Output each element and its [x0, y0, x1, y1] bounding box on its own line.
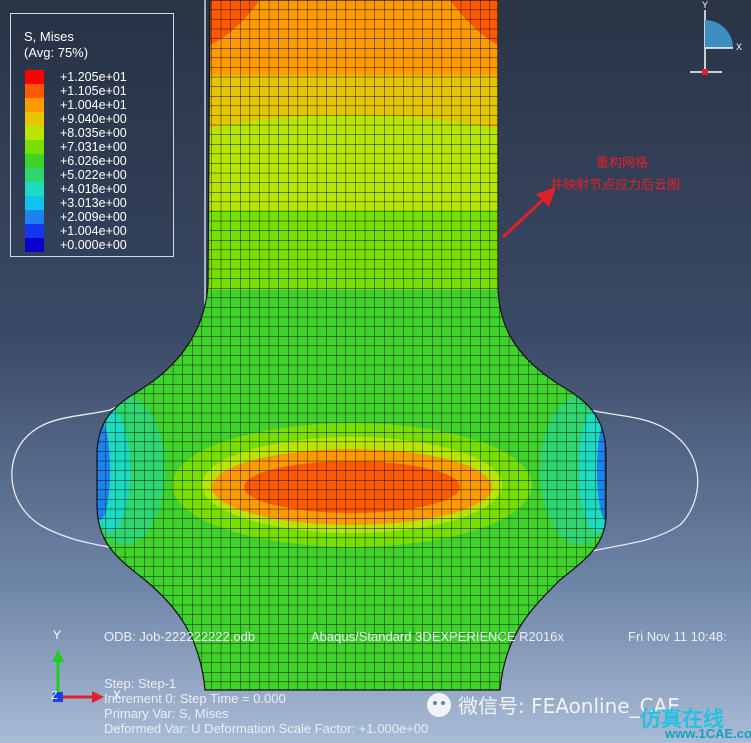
legend-value: +2.009e+00: [60, 210, 127, 224]
annotation-line-2: 并映射节点应力后云图: [550, 178, 681, 193]
legend-swatch: [25, 112, 44, 126]
increment-info: Increment 0: Step Time = 0.000: [104, 691, 286, 706]
legend-swatch: [25, 182, 44, 196]
step-info: Step: Step-1: [104, 676, 177, 691]
legend-swatch: [25, 168, 44, 182]
legend-value: +1.004e+01: [60, 98, 127, 112]
legend-value: +1.205e+01: [60, 70, 127, 84]
triad-y-label: Y: [53, 628, 62, 642]
solver-version: Abaqus/Standard 3DEXPERIENCE R2016x: [311, 629, 564, 644]
legend-subtitle: (Avg: 75%): [24, 45, 89, 60]
legend-swatch: [25, 126, 44, 140]
contour-legend: S, Mises (Avg: 75%) +1.205e+01 +1.105e+01…: [10, 13, 174, 257]
legend-value: +8.035e+00: [60, 126, 127, 140]
legend-swatch: [25, 140, 44, 154]
job-date: Fri Nov 11 10:48:: [628, 629, 727, 644]
legend-value: +9.040e+00: [60, 112, 127, 126]
legend-value: +1.105e+01: [60, 84, 127, 98]
legend-swatch: [25, 224, 44, 238]
legend-title: S, Mises: [24, 29, 74, 44]
wechat-icon: [427, 693, 451, 717]
legend-swatch: [25, 154, 44, 168]
legend-swatch: [25, 210, 44, 224]
odb-path: ODB: Job-222222222.odb: [104, 629, 256, 644]
primary-var-info: Primary Var: S, Mises: [104, 706, 229, 721]
legend-value: +6.026e+00: [60, 154, 127, 168]
legend-swatch: [25, 98, 44, 112]
annotation-line-1: 重构网格: [596, 156, 649, 171]
legend-swatch: [25, 84, 44, 98]
legend-swatch: [25, 196, 44, 210]
legend-swatch: [25, 238, 44, 252]
triad-top-y-label: Y: [702, 0, 709, 10]
triad-top-x-label: X: [736, 42, 743, 52]
legend-value: +1.004e+00: [60, 224, 127, 238]
legend-swatch: [25, 70, 44, 84]
deformed-var-info: Deformed Var: U Deformation Scale Factor…: [104, 721, 429, 736]
legend-value: +7.031e+00: [60, 140, 127, 154]
legend-value: +3.013e+00: [60, 196, 127, 210]
view-triad-icon: [690, 10, 733, 75]
annotation-arrow: [501, 187, 556, 239]
legend-value: +5.022e+00: [60, 168, 127, 182]
triad-z-label: Z: [51, 690, 58, 702]
site-stamp-url: www.1CAE.com: [665, 726, 751, 741]
coordinate-triad-icon: [52, 650, 104, 703]
legend-value: +0.000e+00: [60, 238, 127, 252]
legend-value: +4.018e+00: [60, 182, 127, 196]
